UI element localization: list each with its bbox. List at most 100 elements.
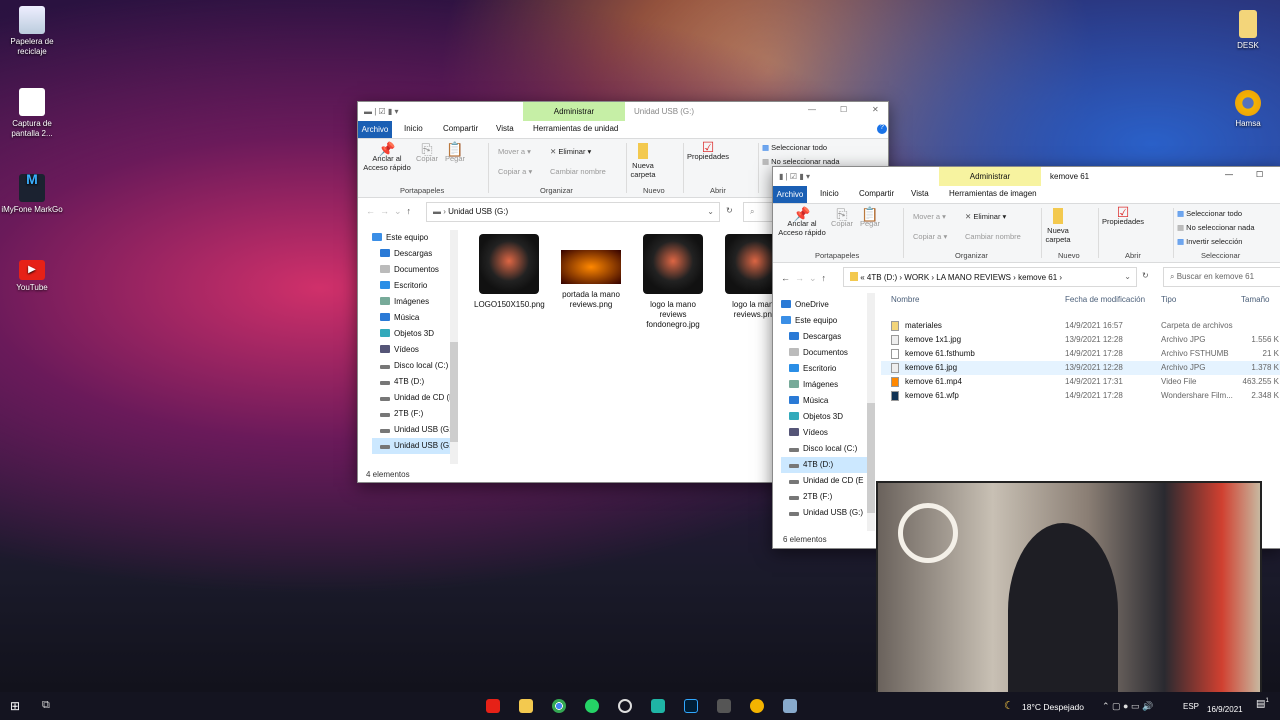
file-row[interactable]: kemove 1x1.jpg 13/9/2021 12:28 Archivo JPG… [881, 333, 1280, 347]
nav-item[interactable]: 4TB (D:) [372, 374, 456, 390]
weather-icon[interactable]: ☾ [1004, 699, 1014, 712]
tab-inicio[interactable]: Inicio [404, 124, 423, 133]
tab-archivo[interactable]: Archivo [773, 186, 807, 203]
file-explorer-taskbar-icon[interactable] [519, 699, 533, 713]
nav-item[interactable]: 4TB (D:) [781, 457, 873, 473]
app-taskbar-icon[interactable] [618, 699, 632, 713]
maximize-button[interactable]: ☐ [1256, 170, 1263, 179]
new-folder-button[interactable]: Nueva carpeta [1043, 208, 1073, 244]
desktop-icon-desk[interactable]: DESK [1216, 10, 1280, 51]
select-all-button[interactable]: ▦ Seleccionar todo [762, 143, 827, 152]
desktop-icon-markgo[interactable]: MiMyFone MarkGo [0, 172, 64, 215]
task-view-icon[interactable]: ⧉ [42, 699, 50, 712]
refresh-button[interactable]: ↻ [726, 206, 733, 215]
nav-item[interactable]: Este equipo [372, 230, 456, 246]
address-bar[interactable]: ▬ › Unidad USB (G:) ⌄ [426, 202, 720, 222]
move-to-button[interactable]: Mover a ▾ [913, 212, 946, 221]
properties-button[interactable]: ☑ Propiedades [686, 140, 730, 161]
nav-item[interactable]: Documentos [372, 262, 456, 278]
nav-item[interactable]: Música [372, 310, 456, 326]
nav-item[interactable]: Documentos [781, 345, 873, 361]
pin-quick-access-button[interactable]: 📌 Anclar al Acceso rápido [777, 207, 827, 237]
desktop-icon-screenshot[interactable]: Captura de pantalla 2... [0, 88, 64, 139]
file-tile[interactable]: portada la mano reviews.png [556, 232, 626, 310]
nav-scrollbar[interactable] [867, 293, 875, 531]
minimize-button[interactable]: — [1225, 170, 1233, 179]
desktop-icon-recycle-bin[interactable]: Papelera de reciclaje [0, 6, 64, 57]
select-none-button[interactable]: ▦ No seleccionar nada [762, 157, 840, 166]
tab-herramientas-imagen[interactable]: Herramientas de imagen [949, 189, 1037, 198]
quick-access-toolbar[interactable]: ▮ | ☑ ▮ ▾ [779, 172, 810, 181]
nav-item[interactable]: Disco local (C:) [372, 358, 456, 374]
notepad-taskbar-icon[interactable] [783, 699, 797, 713]
chrome-taskbar-icon[interactable] [552, 699, 566, 713]
tab-archivo[interactable]: Archivo [358, 121, 392, 138]
paste-button[interactable]: 📋 Pegar [442, 142, 468, 163]
file-row[interactable]: kemove 61.jpg 13/9/2021 12:28 Archivo JPG 1… [881, 361, 1280, 375]
start-button[interactable]: ⊞ [10, 699, 20, 713]
column-tamano[interactable]: Tamaño [1241, 293, 1269, 307]
breadcrumb-overflow[interactable]: « [860, 273, 864, 282]
rename-button[interactable]: Cambiar nombre [965, 232, 1021, 241]
tab-inicio[interactable]: Inicio [820, 189, 839, 198]
search-box[interactable]: ⌕ [743, 202, 773, 222]
copy-button[interactable]: ⎘ Copiar [829, 207, 855, 228]
nav-item[interactable]: Escritorio [372, 278, 456, 294]
tray-icons[interactable]: ⌃ ▢ ● ▭ 🔊 [1102, 701, 1153, 712]
address-bar[interactable]: « 4TB (D:) › WORK › LA MANO REVIEWS › ke… [843, 267, 1137, 287]
nav-item[interactable]: Objetos 3D [781, 409, 873, 425]
app2-taskbar-icon[interactable] [750, 699, 764, 713]
breadcrumb-la-mano-reviews[interactable]: LA MANO REVIEWS [936, 273, 1011, 282]
desktop-icon-hamsa[interactable]: Hamsa [1216, 90, 1280, 129]
tab-vista[interactable]: Vista [911, 189, 929, 198]
nav-item[interactable]: Vídeos [781, 425, 873, 441]
help-icon[interactable]: ? [877, 124, 887, 134]
breadcrumb-kemove-61[interactable]: kemove 61 [1018, 273, 1057, 282]
pin-quick-access-button[interactable]: 📌 Anclar al Acceso rápido [362, 142, 412, 172]
file-row[interactable]: kemove 61.fsthumb 14/9/2021 17:28 Archivo … [881, 347, 1280, 361]
properties-button[interactable]: ☑ Propiedades [1101, 205, 1145, 226]
nav-item[interactable]: Vídeos [372, 342, 456, 358]
delete-button[interactable]: ✕ Eliminar ▾ [965, 212, 1006, 221]
nav-buttons[interactable]: ← → ⌄ ↑ [366, 206, 411, 217]
nav-item[interactable]: Escritorio [781, 361, 873, 377]
select-all-button[interactable]: ▦ Seleccionar todo [1177, 209, 1242, 218]
nav-item[interactable]: Unidad de CD (E [781, 473, 873, 489]
nav-item[interactable]: Unidad USB (G:) [372, 422, 456, 438]
desktop-icon-youtube[interactable]: ▶ YouTube [0, 260, 64, 293]
nav-item[interactable]: Música [781, 393, 873, 409]
column-tipo[interactable]: Tipo [1161, 293, 1176, 307]
tab-compartir[interactable]: Compartir [443, 124, 478, 133]
close-button[interactable]: ✕ [872, 105, 879, 114]
nav-item[interactable]: 2TB (F:) [781, 489, 873, 505]
nav-scrollbar[interactable] [450, 230, 458, 464]
nav-item[interactable]: Objetos 3D [372, 326, 456, 342]
breadcrumb-work[interactable]: WORK [904, 273, 929, 282]
invert-selection-button[interactable]: ▦ Invertir selección [1177, 237, 1242, 246]
filmora-taskbar-icon[interactable] [651, 699, 665, 713]
photoshop-taskbar-icon[interactable] [684, 699, 698, 713]
nav-item[interactable]: Descargas [781, 329, 873, 345]
nav-item[interactable]: Unidad de CD (E [372, 390, 456, 406]
delete-button[interactable]: ✕ Eliminar ▾ [550, 147, 591, 156]
copy-to-button[interactable]: Copiar a ▾ [913, 232, 947, 241]
breadcrumb-4tb[interactable]: 4TB (D:) [867, 273, 897, 282]
tab-herramientas-unidad[interactable]: Herramientas de unidad [533, 124, 618, 133]
select-none-button[interactable]: ▦ No seleccionar nada [1177, 223, 1255, 232]
paste-button[interactable]: 📋 Pegar [857, 207, 883, 228]
youtube-taskbar-icon[interactable] [486, 699, 500, 713]
quick-access-toolbar[interactable]: ▬ | ☑ ▮ ▾ [364, 107, 399, 116]
language-indicator[interactable]: ESP [1183, 702, 1199, 711]
nav-item[interactable]: 2TB (F:) [372, 406, 456, 422]
whatsapp-taskbar-icon[interactable] [585, 699, 599, 713]
nav-item[interactable]: Imágenes [372, 294, 456, 310]
file-row[interactable]: kemove 61.wfp 14/9/2021 17:28 Wondershare … [881, 389, 1280, 403]
new-folder-button[interactable]: Nueva carpeta [628, 143, 658, 179]
file-tile[interactable]: LOGO150X150.png [474, 232, 545, 310]
refresh-button[interactable]: ↻ [1142, 271, 1149, 280]
file-row[interactable]: materiales 14/9/2021 16:57 Carpeta de arch… [881, 319, 1280, 333]
nav-item[interactable]: Imágenes [781, 377, 873, 393]
tab-compartir[interactable]: Compartir [859, 189, 894, 198]
column-nombre[interactable]: Nombre [891, 293, 919, 307]
weather-text[interactable]: 18°C Despejado [1022, 702, 1084, 712]
